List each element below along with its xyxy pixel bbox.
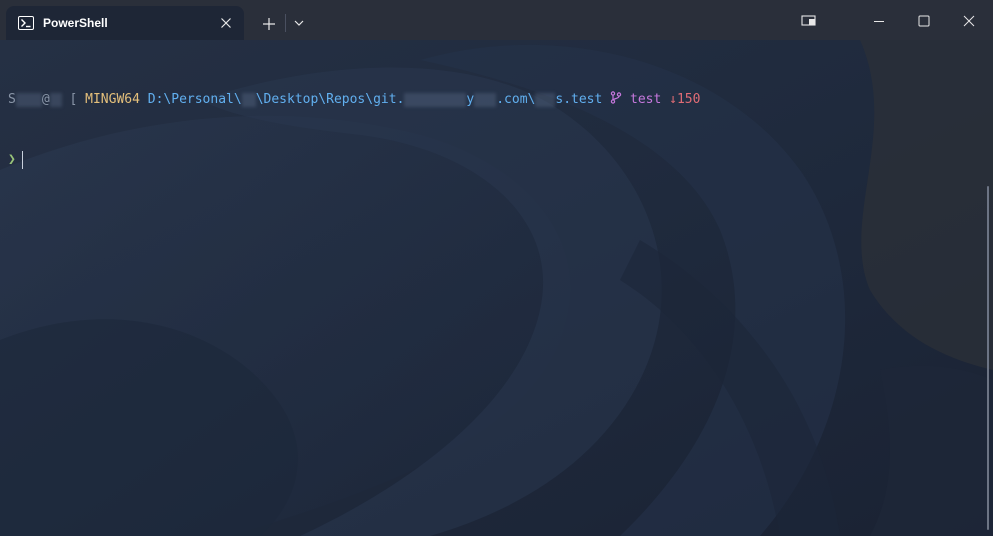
git-branch-icon: [610, 91, 622, 104]
terminal-window: PowerShell S @ [MINGW64 D:\Personal\ \D…: [0, 0, 993, 536]
prompt-line-2: ❯: [8, 150, 700, 170]
maximize-button[interactable]: [902, 6, 946, 34]
prompt-line-1: S @ [ MINGW64 D:\Personal\ \Desktop\Repos\…: [8, 90, 700, 110]
redacted-path: [241, 92, 256, 107]
redacted-path: [404, 92, 467, 107]
compact-overlay-button[interactable]: [786, 6, 830, 34]
maximize-icon: [918, 15, 930, 27]
powershell-icon: [18, 16, 34, 30]
host-name: [: [69, 92, 78, 107]
terminal-area[interactable]: S @ [ MINGW64 D:\Personal\ \Desktop\Repos\…: [0, 40, 993, 536]
tab-powershell[interactable]: PowerShell: [6, 6, 244, 40]
path-segment: .com\: [496, 92, 536, 107]
compact-overlay-icon: [801, 15, 816, 26]
path-segment: s.test: [555, 92, 603, 107]
close-window-button[interactable]: [947, 6, 991, 34]
minimize-button[interactable]: [857, 6, 901, 34]
close-icon: [963, 15, 975, 27]
chevron-down-icon[interactable]: [290, 13, 308, 33]
minimize-icon: [874, 21, 884, 22]
redacted-path: [474, 92, 497, 107]
path-segment: D:\Personal\: [147, 92, 242, 107]
scrollbar[interactable]: [987, 186, 989, 530]
redacted-path: [535, 92, 556, 107]
user-name: S: [8, 92, 16, 107]
terminal-output: S @ [ MINGW64 D:\Personal\ \Desktop\Repos\…: [8, 50, 700, 210]
text-cursor: [21, 150, 23, 169]
path-segment: \Desktop\Repos\git.: [255, 92, 405, 107]
tab-title: PowerShell: [43, 16, 108, 30]
redacted-hostname: [49, 92, 62, 107]
prompt-symbol: ❯: [8, 152, 16, 167]
at-sign: @: [41, 92, 50, 107]
tab-close-icon[interactable]: [218, 15, 234, 31]
plus-icon[interactable]: [258, 13, 280, 35]
title-bar[interactable]: PowerShell: [0, 0, 993, 40]
path-segment: y: [466, 92, 475, 107]
tab-separator: [285, 14, 286, 32]
git-behind-count: ↓150: [669, 92, 701, 107]
git-branch-name: test: [630, 92, 662, 107]
redacted-username: [15, 92, 42, 107]
environment-label: MINGW64: [85, 92, 140, 107]
